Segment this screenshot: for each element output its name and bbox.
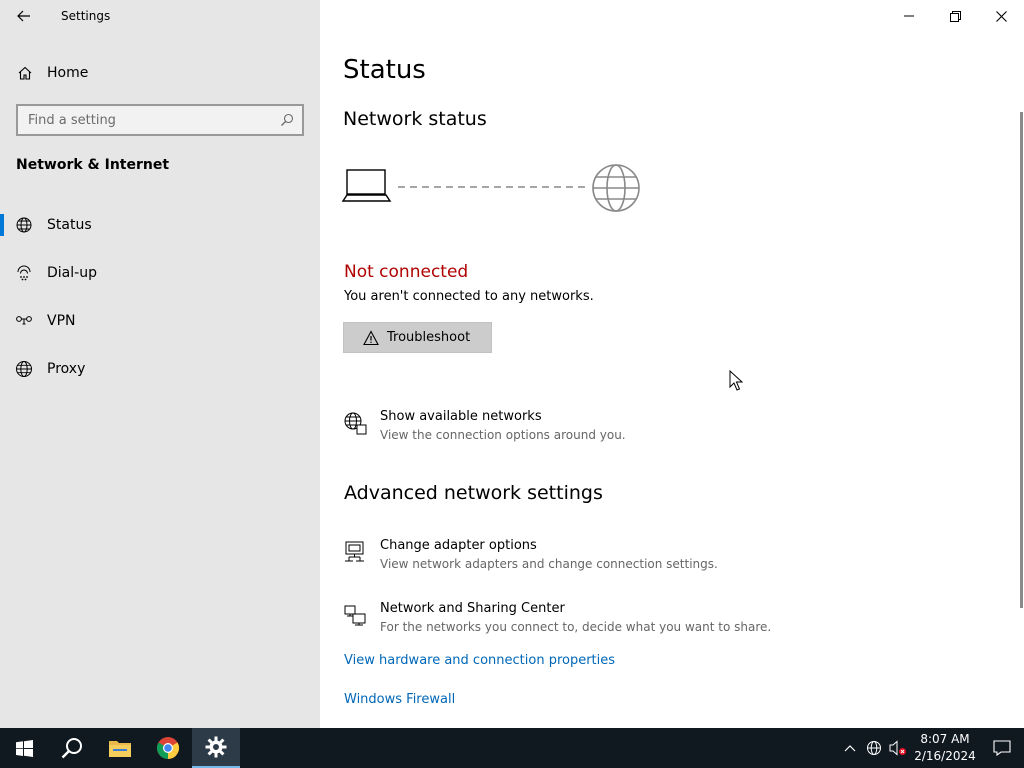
chevron-up-icon xyxy=(844,745,856,752)
adapter-icon xyxy=(345,541,364,562)
sidebar-item-dialup[interactable]: Dial-up xyxy=(0,253,320,293)
minimize-icon xyxy=(904,15,914,17)
app-title: Settings xyxy=(61,9,111,23)
sidebar-item-vpn[interactable]: VPN xyxy=(0,301,320,341)
search-box xyxy=(16,104,304,136)
settings-taskbar-button[interactable] xyxy=(192,728,240,768)
show-networks-desc: View the connection options around you. xyxy=(380,428,626,442)
globe-icon xyxy=(16,361,32,377)
windows-firewall-link[interactable]: Windows Firewall xyxy=(344,692,455,707)
internet-globe-icon xyxy=(592,164,640,212)
back-arrow-icon xyxy=(17,10,30,22)
view-hardware-link[interactable]: View hardware and connection properties xyxy=(344,653,615,668)
notification-icon xyxy=(993,740,1011,756)
troubleshoot-button[interactable]: Troubleshoot xyxy=(343,322,492,353)
page-title: Status xyxy=(343,55,426,85)
show-networks-title: Show available networks xyxy=(380,409,542,424)
warning-icon xyxy=(363,329,379,345)
sidebar-item-home[interactable]: Home xyxy=(0,56,320,90)
clock-time: 8:07 AM xyxy=(920,732,970,746)
laptop-icon xyxy=(342,169,392,202)
settings-icon xyxy=(205,736,227,758)
main-content: Status Network status Not connected You … xyxy=(320,0,1024,728)
sidebar-item-label: Dial-up xyxy=(47,265,97,281)
volume-tray-button[interactable] xyxy=(886,728,910,768)
title-bar: Settings xyxy=(0,0,320,32)
clock-date: 2/16/2024 xyxy=(914,749,976,763)
window-controls xyxy=(886,0,1024,32)
sidebar-item-label: Home xyxy=(47,65,89,81)
network-globe-tray-icon xyxy=(867,741,881,755)
show-hidden-icons-button[interactable] xyxy=(838,728,862,768)
close-icon xyxy=(995,10,1007,22)
taskbar: 8:07 AM 2/16/2024 xyxy=(0,728,1024,768)
start-icon xyxy=(15,739,33,757)
restore-icon xyxy=(949,10,961,22)
sidebar-item-label: Proxy xyxy=(47,361,86,377)
globe-status-icon xyxy=(16,217,32,233)
change-adapter-options[interactable]: Change adapter options View network adap… xyxy=(343,538,823,571)
sidebar-item-proxy[interactable]: Proxy xyxy=(0,349,320,389)
chrome-button[interactable] xyxy=(144,728,192,768)
network-tray-button[interactable] xyxy=(862,728,886,768)
dialup-icon xyxy=(17,265,31,281)
adapter-options-title: Change adapter options xyxy=(380,538,537,553)
sidebar-item-label: VPN xyxy=(47,313,76,329)
action-center-button[interactable] xyxy=(980,728,1024,768)
search-icon[interactable] xyxy=(280,113,294,127)
section-heading: Network & Internet xyxy=(16,157,170,173)
mouse-cursor-icon xyxy=(729,370,743,391)
network-status-title: Network status xyxy=(343,108,487,130)
back-button[interactable] xyxy=(0,0,48,32)
adapter-options-desc: View network adapters and change connect… xyxy=(380,557,718,571)
search-icon xyxy=(61,738,82,759)
advanced-network-settings-title: Advanced network settings xyxy=(344,482,603,504)
close-button[interactable] xyxy=(978,0,1024,32)
search-input[interactable] xyxy=(18,106,268,134)
network-sharing-center[interactable]: Network and Sharing Center For the netwo… xyxy=(343,601,823,634)
sidebar-item-label: Status xyxy=(47,217,92,233)
network-diagram xyxy=(342,164,640,212)
connection-description: You aren't connected to any networks. xyxy=(344,289,594,304)
connection-status: Not connected xyxy=(344,262,469,282)
restore-button[interactable] xyxy=(932,0,978,32)
scrollbar[interactable] xyxy=(1020,112,1023,608)
start-button[interactable] xyxy=(0,728,48,768)
sidebar-item-status[interactable]: Status xyxy=(0,205,320,245)
sharing-center-icon xyxy=(344,605,366,626)
sharing-center-desc: For the networks you connect to, decide … xyxy=(380,620,772,634)
file-explorer-button[interactable] xyxy=(96,728,144,768)
network-globe-icon xyxy=(344,412,367,435)
clock[interactable]: 8:07 AM 2/16/2024 xyxy=(910,731,980,765)
minimize-button[interactable] xyxy=(886,0,932,32)
home-icon xyxy=(18,66,32,80)
volume-muted-icon xyxy=(889,740,906,756)
show-available-networks[interactable]: Show available networks View the connect… xyxy=(343,409,823,442)
chrome-icon xyxy=(157,737,179,759)
file-explorer-icon xyxy=(109,741,131,757)
troubleshoot-label: Troubleshoot xyxy=(387,330,471,345)
system-tray: 8:07 AM 2/16/2024 xyxy=(838,728,1024,768)
sidebar: Settings Home Network & Internet Status … xyxy=(0,0,320,728)
taskbar-search-button[interactable] xyxy=(48,728,96,768)
sharing-center-title: Network and Sharing Center xyxy=(380,601,565,616)
vpn-icon xyxy=(16,316,32,325)
